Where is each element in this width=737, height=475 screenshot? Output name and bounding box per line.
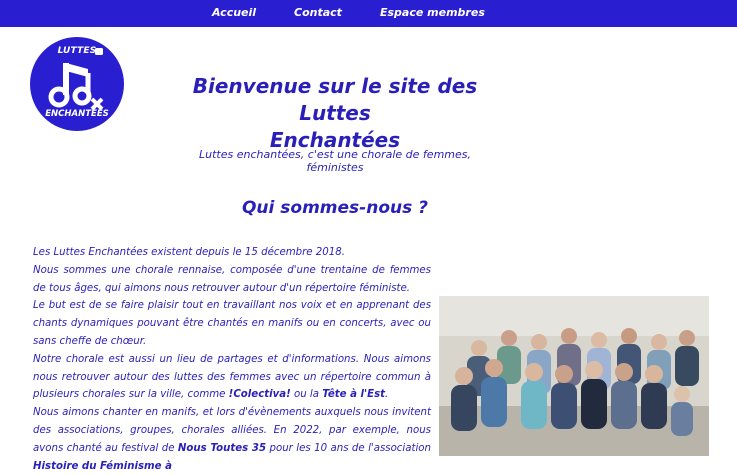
top-navbar: Accueil Contact Espace membres [0, 0, 737, 27]
logo-bottom-text: ENCHANTÉES [45, 109, 109, 119]
nav-link-espace-membres[interactable]: Espace membres [380, 6, 485, 19]
section-body: Les Luttes Enchantées existent depuis le… [33, 244, 431, 475]
nav-link-contact[interactable]: Contact [294, 6, 342, 19]
fist-icon [95, 48, 103, 55]
logo-top-text: LUTTES [57, 46, 97, 56]
paragraph-5: Nous aimons chanter en manifs, et lors d… [33, 407, 431, 472]
section-heading: Qui sommes-nous ? [241, 198, 428, 218]
link-nous-toutes-35[interactable]: Nous Toutes 35 [178, 443, 266, 454]
paragraph-4: Notre chorale est aussi un lieu de parta… [33, 353, 431, 401]
link-tete-a-lest[interactable]: Tête à l'Est [322, 389, 385, 400]
paragraph-1: Les Luttes Enchantées existent depuis le… [33, 247, 345, 258]
link-colectiva[interactable]: !Colectiva! [229, 389, 291, 400]
page-title: Bienvenue sur le site des Luttes Enchant… [192, 74, 478, 152]
link-histoire-feminisme[interactable]: Histoire du Féminisme à [33, 461, 172, 472]
page-subtitle: Luttes enchantées, c'est une chorale de … [199, 148, 471, 174]
paragraph-3: Le but est de se faire plaisir tout en t… [33, 300, 431, 347]
choir-group-photo [439, 296, 709, 456]
music-note-venus-icon [48, 63, 104, 111]
nav-link-accueil[interactable]: Accueil [212, 6, 256, 19]
paragraph-2: Nous sommes une chorale rennaise, compos… [33, 264, 431, 294]
logo[interactable]: LUTTES ENCHANTÉES [30, 37, 124, 131]
